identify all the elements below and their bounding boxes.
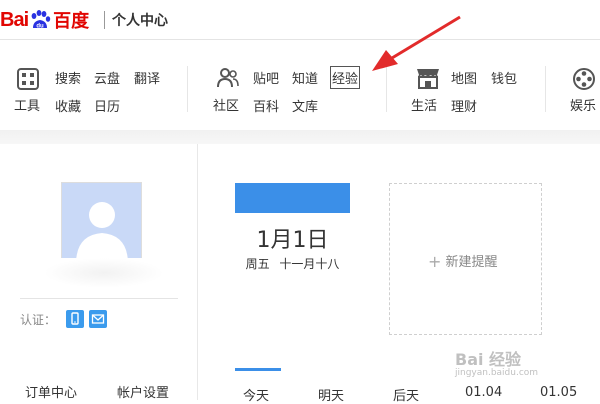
plus-icon: + (428, 252, 442, 271)
tab-today[interactable]: 今天 (243, 385, 269, 404)
tab-date-0105[interactable]: 01.05 (540, 385, 577, 400)
watermark-url: jingyan.baidu.com (455, 368, 539, 378)
baidu-logo[interactable]: Bai du 百度 (0, 6, 89, 34)
email-icon[interactable] (89, 310, 107, 328)
watermark-logo: Bai 经验 (455, 350, 522, 369)
nav-link-baike[interactable]: 百科 (253, 96, 279, 115)
weekday: 周五 (245, 257, 270, 271)
active-tab-indicator (235, 368, 281, 371)
page-title: 个人中心 (112, 13, 168, 29)
section-divider (0, 130, 600, 144)
current-date: 1月1日 (256, 228, 329, 253)
nav-link-finance[interactable]: 理财 (451, 96, 477, 115)
nav-link-map[interactable]: 地图 (451, 68, 477, 87)
nav-tools-label[interactable]: 工具 (14, 95, 40, 114)
nav-divider (187, 66, 188, 112)
avatar[interactable] (61, 182, 142, 263)
store-icon[interactable] (415, 66, 441, 90)
date-header-bar (235, 183, 350, 213)
tab-date-0104[interactable]: 01.04 (465, 385, 502, 400)
nav-divider (386, 66, 387, 112)
new-reminder-label: 新建提醒 (445, 255, 498, 270)
grid-icon[interactable] (17, 68, 41, 92)
new-reminder-button[interactable]: + 新建提醒 (428, 251, 498, 271)
nav-entertainment-label[interactable]: 娱乐 (570, 95, 596, 114)
nav-link-wenku[interactable]: 文库 (292, 96, 318, 115)
nav-life-label[interactable]: 生活 (411, 95, 437, 114)
account-settings-link[interactable]: 帐户设置 (117, 382, 169, 401)
auth-label: 认证： (20, 313, 57, 327)
phone-icon[interactable] (66, 310, 84, 328)
date-details: 周五 十一月十八 (235, 255, 350, 272)
nav-community-label[interactable]: 社区 (213, 95, 239, 114)
nav-link-calendar[interactable]: 日历 (94, 96, 120, 115)
logo-text-bai: Bai (0, 8, 29, 31)
nav-link-translate[interactable]: 翻译 (134, 68, 160, 87)
username-blurred (44, 258, 164, 288)
paw-mark-du: du (36, 24, 44, 30)
nav-link-search[interactable]: 搜索 (55, 68, 81, 87)
logo-text-cn: 百度 (53, 11, 90, 32)
nav-link-zhidao[interactable]: 知道 (292, 68, 318, 87)
film-reel-icon[interactable] (572, 67, 596, 91)
nav-link-wallet[interactable]: 钱包 (491, 68, 517, 87)
title-divider (104, 11, 105, 29)
nav-divider (545, 66, 546, 112)
people-icon[interactable] (216, 66, 240, 90)
nav-link-jingyan[interactable]: 经验 (329, 66, 361, 89)
paw-icon: du (29, 9, 51, 31)
lunar-date: 十一月十八 (279, 257, 340, 271)
top-bar: Bai du 百度 个人中心 (0, 0, 600, 40)
profile-divider (20, 298, 178, 299)
nav-link-tieba[interactable]: 贴吧 (253, 68, 279, 87)
tab-tomorrow[interactable]: 明天 (318, 385, 344, 404)
nav-link-favorites[interactable]: 收藏 (55, 96, 81, 115)
nav-link-cloud[interactable]: 云盘 (94, 68, 120, 87)
order-center-link[interactable]: 订单中心 (25, 382, 77, 401)
tab-day-after[interactable]: 后天 (393, 385, 419, 404)
